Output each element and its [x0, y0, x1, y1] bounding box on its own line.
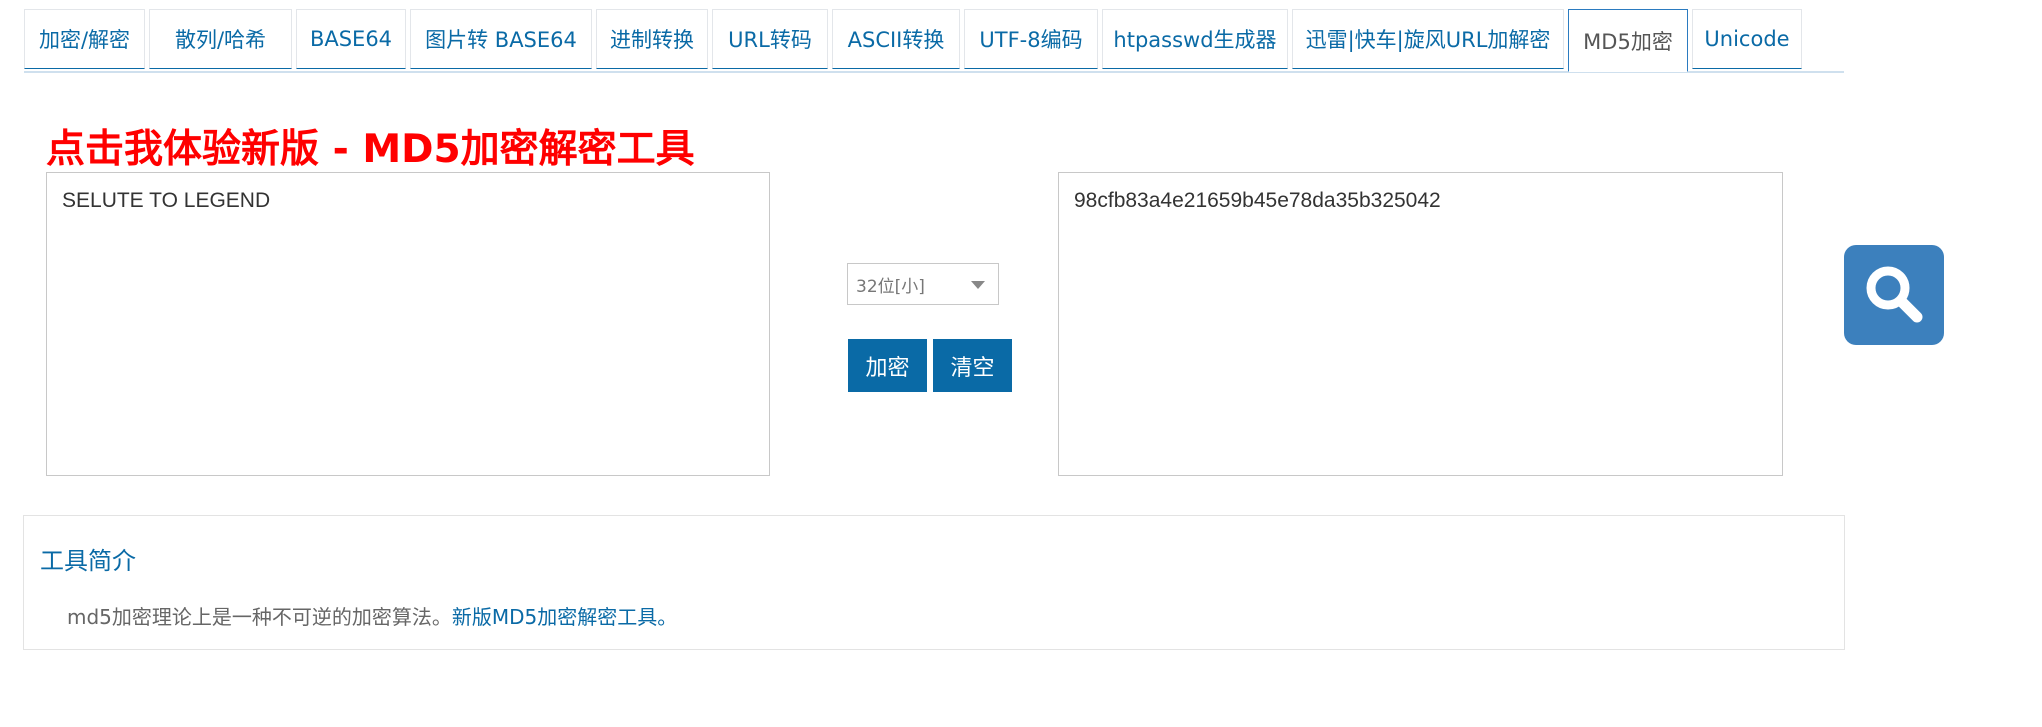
intro-text: md5加密理论上是一种不可逆的加密算法。新版MD5加密解密工具。	[67, 601, 677, 630]
floating-search-button[interactable]	[1844, 245, 1944, 345]
search-icon	[1866, 266, 1923, 323]
tab-radix-convert[interactable]: 进制转换	[596, 9, 708, 69]
length-case-select[interactable]: 32位[小]	[847, 263, 999, 305]
tab-unicode[interactable]: Unicode	[1692, 9, 1802, 69]
intro-description: md5加密理论上是一种不可逆的加密算法。	[67, 605, 452, 629]
tool-intro-panel: 工具简介 md5加密理论上是一种不可逆的加密算法。新版MD5加密解密工具。	[23, 515, 1845, 650]
tab-url-encode[interactable]: URL转码	[712, 9, 828, 69]
output-textarea[interactable]: 98cfb83a4e21659b45e78da35b325042	[1058, 172, 1783, 476]
tab-thunder-url[interactable]: 迅雷|快车|旋风URL加解密	[1292, 9, 1564, 69]
intro-new-version-link[interactable]: 新版MD5加密解密工具。	[452, 605, 677, 629]
tool-tabs: 加密/解密 散列/哈希 BASE64 图片转 BASE64 进制转换 URL转码…	[24, 9, 1844, 73]
tab-utf8[interactable]: UTF-8编码	[964, 9, 1098, 69]
tab-ascii[interactable]: ASCII转换	[832, 9, 960, 69]
intro-title: 工具简介	[40, 547, 136, 575]
tab-htpasswd[interactable]: htpasswd生成器	[1102, 9, 1288, 69]
tab-encrypt-decrypt[interactable]: 加密/解密	[24, 9, 145, 69]
tab-md5[interactable]: MD5加密	[1568, 9, 1688, 72]
encrypt-button[interactable]: 加密	[848, 339, 927, 392]
input-textarea[interactable]: SELUTE TO LEGEND	[46, 172, 770, 476]
clear-button[interactable]: 清空	[933, 339, 1012, 392]
tab-image-base64[interactable]: 图片转 BASE64	[410, 9, 592, 69]
chevron-down-icon	[971, 281, 985, 289]
tab-base64[interactable]: BASE64	[296, 9, 406, 69]
new-version-link[interactable]: 点击我体验新版 - MD5加密解密工具	[46, 118, 695, 174]
length-case-value: 32位[小]	[856, 276, 925, 297]
tab-hash[interactable]: 散列/哈希	[149, 9, 292, 69]
